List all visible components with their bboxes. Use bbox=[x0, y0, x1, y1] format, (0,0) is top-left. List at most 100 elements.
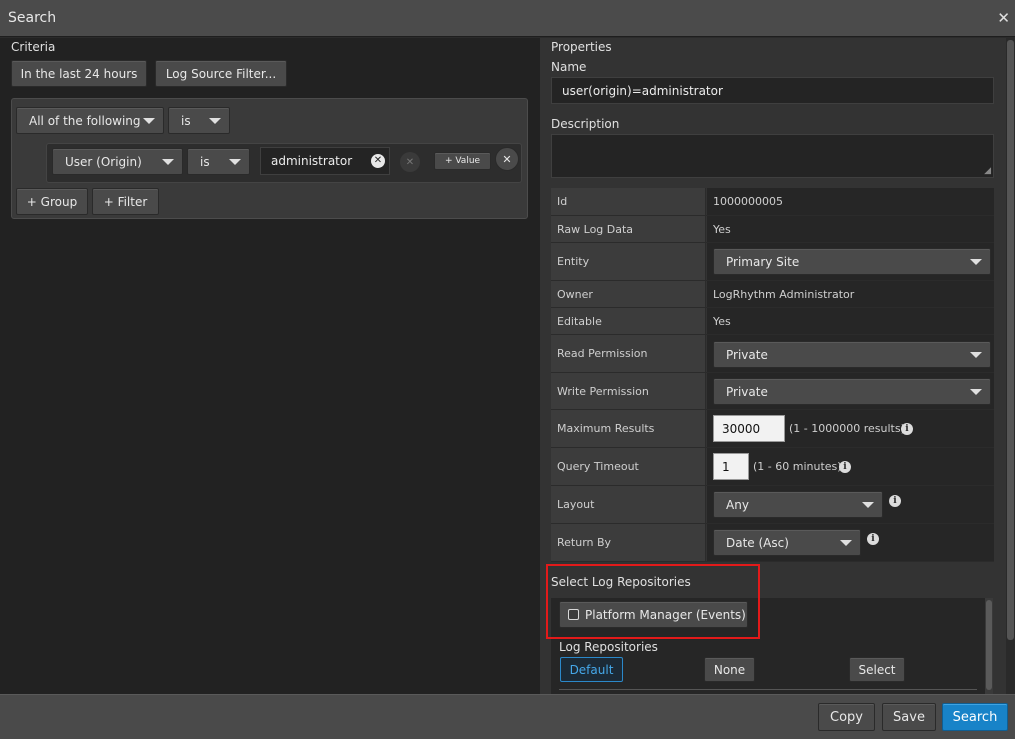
row-key: Entity bbox=[551, 243, 706, 280]
row-key: Read Permission bbox=[551, 335, 706, 372]
group-operator-label: All of the following bbox=[29, 113, 141, 128]
info-icon[interactable]: i bbox=[889, 495, 901, 507]
row-value: LogRhythm Administrator bbox=[707, 281, 994, 307]
read-permission-label: Private bbox=[726, 347, 768, 362]
panel-scrollbar[interactable] bbox=[1006, 38, 1015, 694]
chevron-down-icon bbox=[970, 351, 982, 358]
max-results-input[interactable]: 30000 bbox=[713, 415, 785, 442]
filter-row: User (Origin) is administrator ✕ ✕ + Val… bbox=[46, 143, 522, 183]
close-icon[interactable]: ✕ bbox=[997, 9, 1010, 27]
remove-value-icon[interactable]: ✕ bbox=[400, 152, 420, 172]
row-value: Yes bbox=[707, 216, 994, 242]
entity-dropdown[interactable]: Primary Site bbox=[713, 248, 991, 275]
clear-value-icon[interactable]: ✕ bbox=[371, 154, 385, 168]
filter-field-dropdown[interactable]: User (Origin) bbox=[52, 148, 183, 175]
filter-field-label: User (Origin) bbox=[65, 154, 142, 169]
layout-dropdown[interactable]: Any bbox=[713, 491, 883, 518]
name-input-text: user(origin)=administrator bbox=[562, 83, 723, 98]
write-permission-label: Private bbox=[726, 384, 768, 399]
filter-operator-label: is bbox=[200, 154, 210, 169]
row-value-cell: Primary Site bbox=[707, 243, 994, 280]
row-value-cell: Date (Asc) i bbox=[707, 524, 994, 561]
layout-label: Any bbox=[726, 497, 749, 512]
table-row: Return By Date (Asc) i bbox=[551, 524, 994, 562]
table-row: Read Permission Private bbox=[551, 335, 994, 373]
row-key: Id bbox=[551, 188, 706, 215]
table-row: Query Timeout 1 (1 - 60 minutes) i bbox=[551, 448, 994, 486]
row-value: Yes bbox=[707, 308, 994, 334]
max-results-text: 30000 bbox=[722, 421, 761, 436]
copy-button[interactable]: Copy bbox=[818, 703, 875, 731]
repositories-scrollbar[interactable] bbox=[985, 598, 993, 694]
info-icon[interactable]: i bbox=[867, 533, 879, 545]
entity-label: Primary Site bbox=[726, 254, 800, 269]
info-icon[interactable]: i bbox=[839, 461, 851, 473]
description-label: Description bbox=[551, 117, 620, 131]
query-timeout-input[interactable]: 1 bbox=[713, 453, 749, 480]
table-row: Owner LogRhythm Administrator bbox=[551, 281, 994, 308]
chevron-down-icon bbox=[840, 539, 852, 546]
filter-value-input[interactable]: administrator ✕ bbox=[260, 147, 390, 175]
name-label: Name bbox=[551, 60, 587, 74]
log-source-filter-button[interactable]: Log Source Filter... bbox=[155, 60, 287, 87]
return-by-label: Date (Asc) bbox=[726, 535, 789, 550]
row-value: 1000000005 bbox=[707, 188, 994, 215]
search-button[interactable]: Search bbox=[942, 703, 1008, 731]
scrollbar-thumb[interactable] bbox=[1007, 40, 1014, 640]
add-value-button[interactable]: + Value bbox=[434, 152, 491, 170]
group-operator-dropdown[interactable]: All of the following bbox=[16, 107, 164, 134]
row-key: Layout bbox=[551, 486, 706, 523]
table-row: Write Permission Private bbox=[551, 373, 994, 410]
footer-bar: Copy Save Search bbox=[0, 694, 1015, 739]
criteria-panel: Criteria In the last 24 hours Log Source… bbox=[0, 38, 540, 694]
table-row: Maximum Results 30000 (1 - 1000000 resul… bbox=[551, 410, 994, 448]
row-key: Write Permission bbox=[551, 373, 706, 409]
table-row: Editable Yes bbox=[551, 308, 994, 335]
name-input[interactable]: user(origin)=administrator bbox=[551, 77, 994, 104]
save-button[interactable]: Save bbox=[882, 703, 936, 731]
chevron-down-icon bbox=[862, 501, 874, 508]
chevron-down-icon bbox=[970, 258, 982, 265]
table-row: Id 1000000005 bbox=[551, 188, 994, 216]
none-button[interactable]: None bbox=[704, 657, 755, 682]
time-range-button[interactable]: In the last 24 hours bbox=[11, 60, 147, 87]
info-icon[interactable]: i bbox=[901, 423, 913, 435]
filter-group: All of the following is User (Origin) is… bbox=[11, 98, 528, 219]
log-repositories-heading: Log Repositories bbox=[559, 640, 658, 654]
query-timeout-text: 1 bbox=[722, 459, 730, 474]
chevron-down-icon bbox=[162, 158, 174, 165]
write-permission-dropdown[interactable]: Private bbox=[713, 378, 991, 405]
properties-heading: Properties bbox=[551, 40, 612, 54]
table-row: Raw Log Data Yes bbox=[551, 216, 994, 243]
table-row: Entity Primary Site bbox=[551, 243, 994, 281]
resize-handle-icon[interactable]: ◢ bbox=[984, 166, 991, 176]
window-title: Search bbox=[8, 10, 57, 26]
group-is-dropdown[interactable]: is bbox=[168, 107, 230, 134]
criteria-heading: Criteria bbox=[11, 40, 56, 54]
row-key: Editable bbox=[551, 308, 706, 334]
read-permission-dropdown[interactable]: Private bbox=[713, 341, 991, 368]
query-timeout-hint: (1 - 60 minutes) bbox=[753, 460, 842, 473]
highlight-box bbox=[546, 564, 760, 639]
chevron-down-icon bbox=[229, 158, 241, 165]
default-button[interactable]: Default bbox=[560, 657, 623, 682]
chevron-down-icon bbox=[143, 117, 155, 124]
max-results-hint: (1 - 1000000 results) bbox=[789, 422, 905, 435]
group-is-label: is bbox=[181, 113, 191, 128]
row-key: Return By bbox=[551, 524, 706, 561]
row-key: Maximum Results bbox=[551, 410, 706, 447]
row-value-cell: 30000 (1 - 1000000 results) i bbox=[707, 410, 994, 447]
description-textarea[interactable]: ◢ bbox=[551, 134, 994, 178]
add-group-button[interactable]: + Group bbox=[16, 188, 88, 215]
add-filter-button[interactable]: + Filter bbox=[92, 188, 159, 215]
return-by-dropdown[interactable]: Date (Asc) bbox=[713, 529, 861, 556]
select-button[interactable]: Select bbox=[849, 657, 905, 682]
filter-operator-dropdown[interactable]: is bbox=[187, 148, 250, 175]
row-value-cell: 1 (1 - 60 minutes) i bbox=[707, 448, 994, 485]
table-row: Layout Any i bbox=[551, 486, 994, 524]
chevron-down-icon bbox=[970, 388, 982, 395]
scrollbar-thumb[interactable] bbox=[986, 600, 992, 690]
remove-filter-icon[interactable]: ✕ bbox=[495, 147, 519, 171]
chevron-down-icon bbox=[209, 117, 221, 124]
row-value-cell: Private bbox=[707, 373, 994, 409]
